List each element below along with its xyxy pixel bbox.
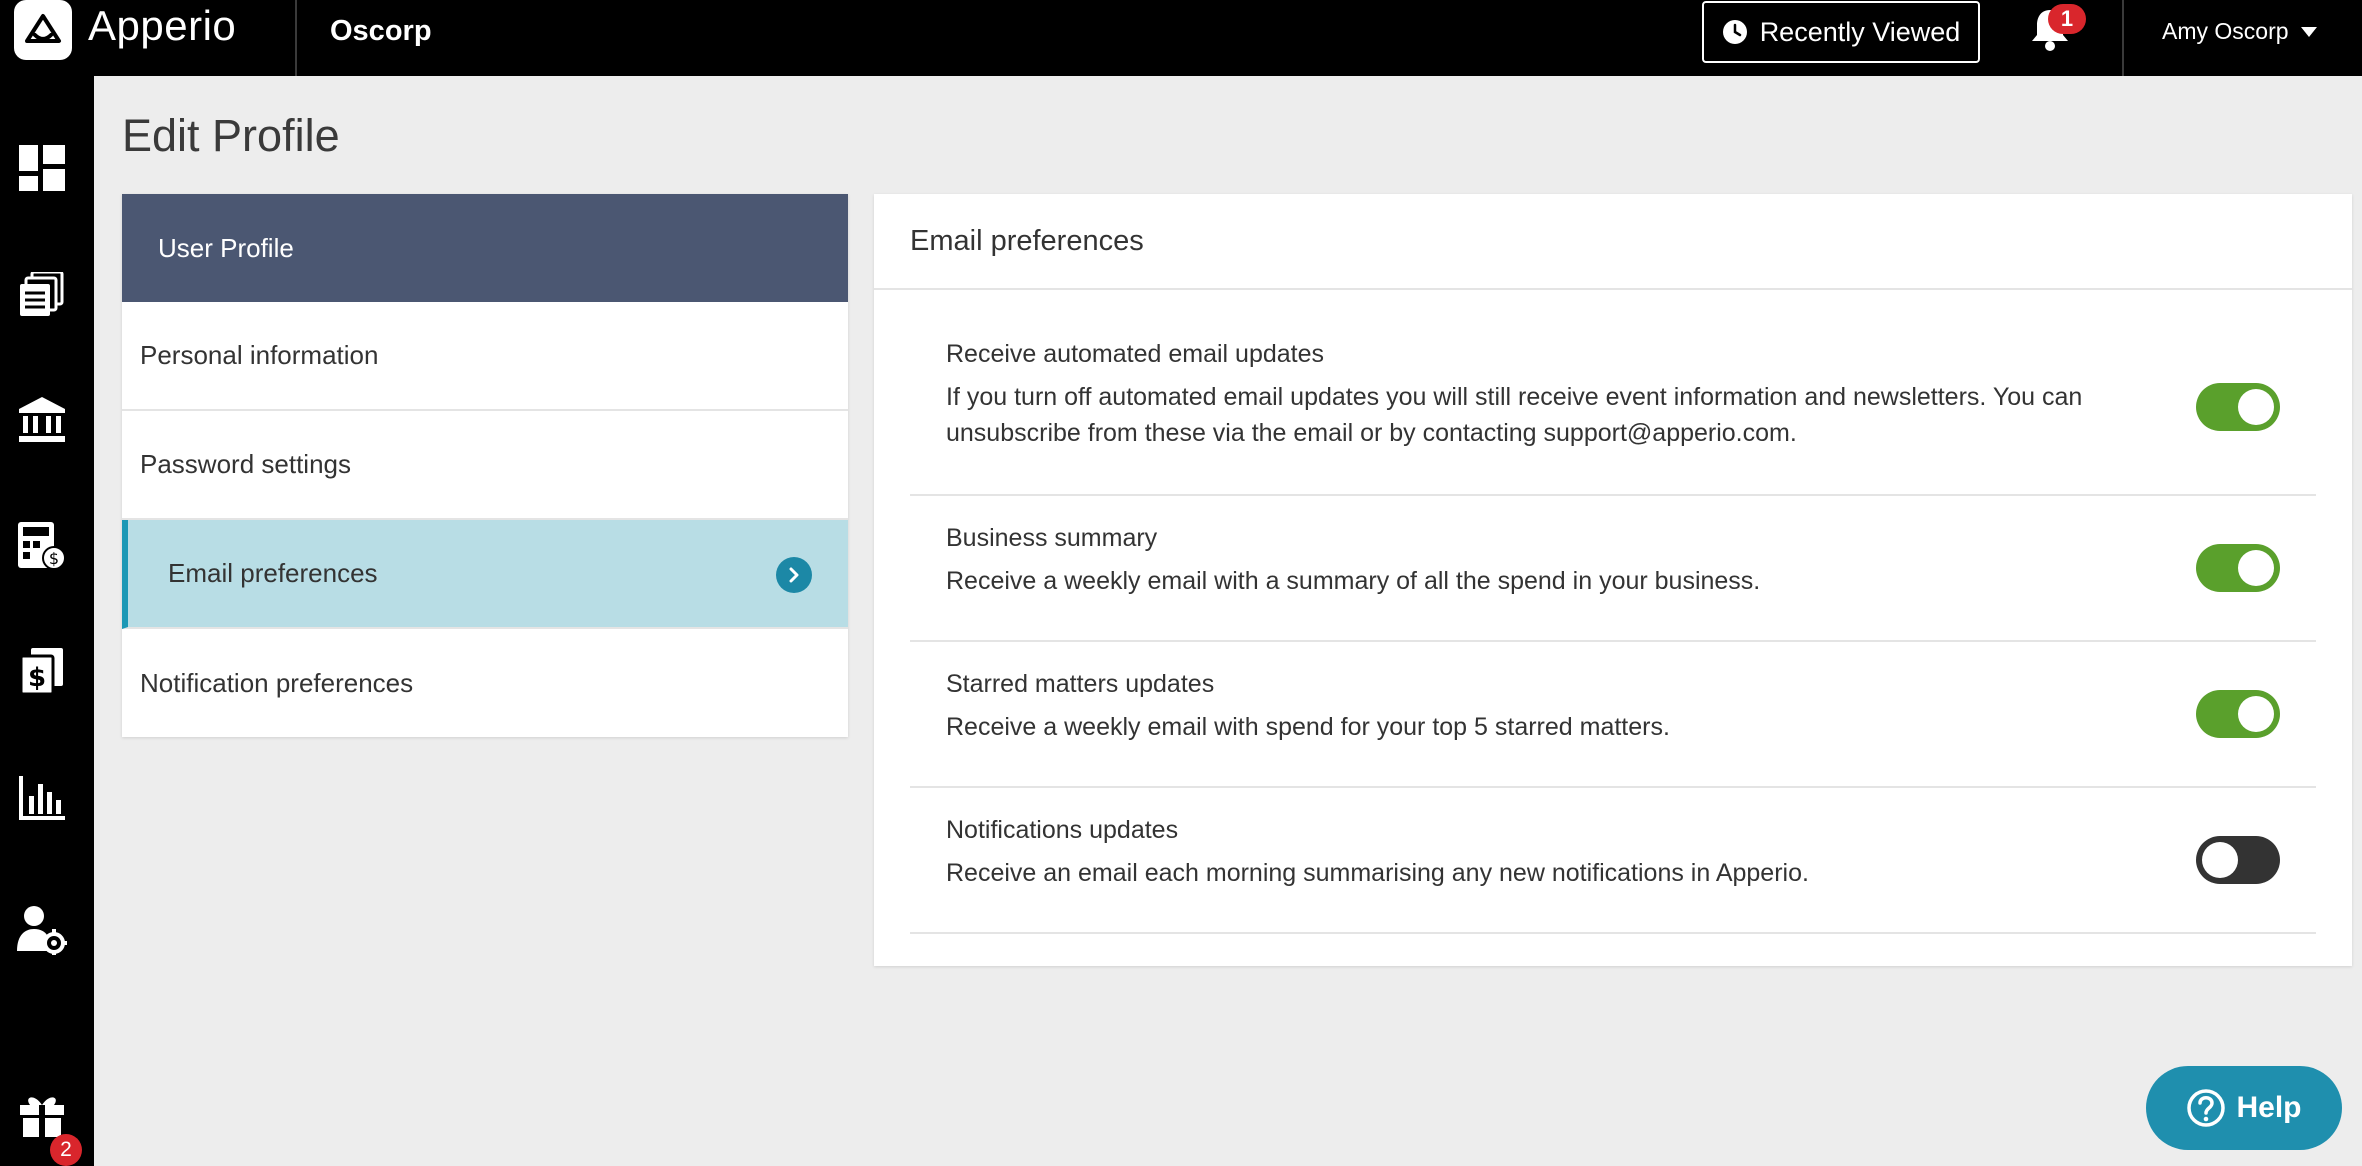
recently-viewed-label: Recently Viewed	[1759, 16, 1961, 47]
preference-row: Receive automated email updates If you t…	[910, 290, 2316, 496]
preference-row: Business summary Receive a weekly email …	[910, 496, 2316, 642]
dashboard-icon[interactable]	[14, 140, 70, 196]
user-settings-icon[interactable]	[14, 902, 70, 958]
invoice-icon[interactable]: $	[14, 644, 70, 700]
apperio-logo[interactable]	[14, 0, 72, 60]
gift-count-badge: 2	[50, 1134, 82, 1166]
menu-item-notification-preferences[interactable]: Notification preferences	[122, 629, 848, 737]
chevron-right-icon	[776, 557, 812, 593]
topbar-divider	[295, 0, 297, 76]
preference-title: Receive automated email updates	[946, 340, 1325, 368]
page-title: Edit Profile	[122, 110, 340, 161]
question-icon	[2187, 1089, 2226, 1127]
notification-count-badge: 1	[2048, 4, 2086, 34]
menu-item-label: Personal information	[140, 340, 379, 370]
menu-item-label: Notification preferences	[140, 667, 414, 698]
automated-updates-toggle[interactable]	[2196, 383, 2280, 431]
recently-viewed-button[interactable]: Recently Viewed	[1702, 1, 1980, 63]
preference-description: Receive a weekly email with a summary of…	[946, 567, 1761, 595]
brand-name: Apperio	[88, 2, 237, 49]
toggle-knob	[2238, 696, 2274, 732]
svg-text:$: $	[28, 663, 46, 693]
topbar-divider	[2122, 0, 2124, 76]
help-button[interactable]: Help	[2146, 1066, 2342, 1150]
preference-description: Receive an email each morning summarisin…	[946, 859, 1809, 887]
sidebar: $ $ 2	[0, 76, 94, 1166]
chart-icon[interactable]	[14, 770, 70, 826]
calculator-icon[interactable]: $	[14, 518, 70, 574]
starred-matters-toggle[interactable]	[2196, 690, 2280, 738]
panel-title: Email preferences	[874, 194, 2352, 290]
menu-item-email-preferences[interactable]: Email preferences	[122, 520, 848, 629]
menu-item-label: Password settings	[140, 449, 351, 479]
svg-text:$: $	[49, 549, 59, 568]
user-menu[interactable]: Amy Oscorp	[2162, 18, 2317, 45]
email-preferences-panel: Email preferences Receive automated emai…	[874, 194, 2352, 966]
preference-description: If you turn off automated email updates …	[946, 383, 2083, 447]
toggle-knob	[2238, 389, 2274, 425]
menu-item-label: Email preferences	[168, 558, 378, 588]
menu-item-personal-information[interactable]: Personal information	[122, 302, 848, 411]
profile-menu: User Profile Personal information Passwo…	[122, 194, 848, 737]
user-name: Amy Oscorp	[2162, 18, 2289, 44]
clock-icon	[1722, 20, 1747, 44]
preference-list: Receive automated email updates If you t…	[910, 290, 2316, 934]
preference-row: Notifications updates Receive an email e…	[910, 788, 2316, 934]
top-bar: Apperio Oscorp Recently Viewed 1 Amy Osc…	[0, 0, 2362, 76]
preference-title: Starred matters updates	[946, 670, 1215, 698]
logo-mark-icon	[25, 14, 61, 43]
organization-name: Oscorp	[330, 15, 432, 47]
menu-item-password-settings[interactable]: Password settings	[122, 411, 848, 520]
business-summary-toggle[interactable]	[2196, 544, 2280, 592]
toggle-knob	[2202, 842, 2238, 878]
notifications-updates-toggle[interactable]	[2196, 836, 2280, 884]
bank-icon[interactable]	[14, 392, 70, 448]
toggle-knob	[2238, 550, 2274, 586]
preference-description: Receive a weekly email with spend for yo…	[946, 713, 1670, 741]
chevron-down-icon	[2300, 26, 2317, 37]
preference-title: Notifications updates	[946, 816, 1179, 844]
documents-icon[interactable]	[14, 266, 70, 322]
preference-row: Starred matters updates Receive a weekly…	[910, 642, 2316, 788]
profile-menu-header: User Profile	[122, 194, 848, 302]
preference-title: Business summary	[946, 524, 1158, 552]
help-label: Help	[2236, 1091, 2302, 1124]
